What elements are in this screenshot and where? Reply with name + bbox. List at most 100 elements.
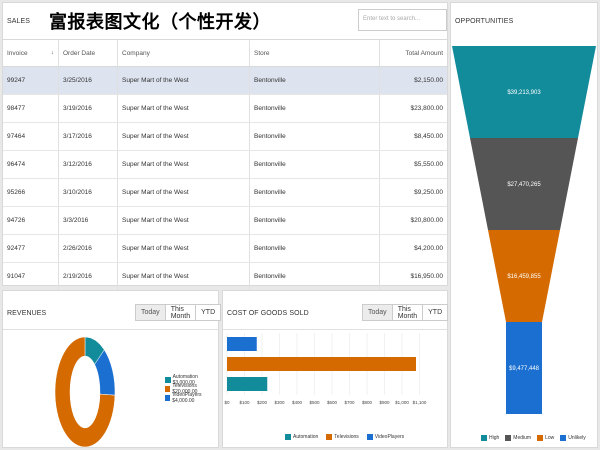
cell-company: Super Mart of the West [118, 151, 250, 178]
cell-company: Super Mart of the West [118, 207, 250, 234]
revenues-panel: REVENUES Today This Month YTD Automation… [2, 290, 222, 448]
cell-total-amount: $5,550.00 [414, 161, 443, 168]
funnel-label: $27,470,265 [507, 182, 541, 188]
table-row[interactable]: 95266 3/10/2016 Super Mart of the West Bent… [3, 179, 447, 207]
tick-label: $1,100 [413, 400, 427, 405]
cell-invoice: 95266 [3, 179, 59, 206]
column-header-company[interactable]: Company [118, 40, 250, 66]
tick-label: $900 [379, 400, 390, 405]
cogs-panel: COST OF GOODS SOLD Today This Month YTD … [222, 290, 449, 448]
opportunities-panel: OPPORTUNITIES $39,213,903 $27,470,265 $16,… [450, 2, 598, 448]
legend-item-televisions: Televisions [326, 434, 359, 440]
cell-total-amount: $9,250.00 [414, 189, 443, 196]
funnel-label: $16,459,855 [507, 274, 541, 280]
cell-total-amount: $23,800.00 [410, 105, 443, 112]
legend-item-videoplayers: VideoPlayers $4,000.00 [165, 392, 218, 404]
column-header-store[interactable]: Store [250, 40, 380, 66]
cell-store: Bentonville [250, 235, 380, 262]
funnel-label: $39,213,903 [507, 90, 541, 96]
legend-item-low: Low [537, 435, 554, 441]
tick-label: $700 [344, 400, 355, 405]
tick-label: $600 [327, 400, 338, 405]
cell-total-amount: $2,150.00 [414, 77, 443, 84]
cell-total-amount: $16,950.00 [410, 273, 443, 280]
cell-store: Bentonville [250, 207, 380, 234]
tick-label: $500 [309, 400, 320, 405]
cogs-title: COST OF GOODS SOLD [227, 310, 309, 317]
sales-table: Invoice ↓ Order Date Company Store Total… [3, 39, 447, 291]
legend-item-medium: Medium [505, 435, 531, 441]
bar-legend: Automation Televisions VideoPlayers [285, 434, 404, 440]
overlay-title: 富报表图文化（个性开发） [49, 12, 271, 33]
tab-today[interactable]: Today [136, 305, 166, 320]
cell-invoice: 92477 [3, 235, 59, 262]
cell-store: Bentonville [250, 263, 380, 290]
column-header-order-date[interactable]: Order Date [59, 40, 118, 66]
divider [223, 329, 447, 330]
cell-total-amount: $8,450.00 [414, 133, 443, 140]
cell-invoice: 97464 [3, 123, 59, 150]
cell-invoice: 94726 [3, 207, 59, 234]
cell-invoice: 96474 [3, 151, 59, 178]
divider [3, 329, 218, 330]
table-body: 99247 3/25/2016 Super Mart of the West Bent… [3, 67, 447, 291]
column-header-invoice[interactable]: Invoice ↓ [3, 40, 59, 66]
revenues-tabs: Today This Month YTD [135, 304, 222, 321]
revenue-donut-chart [54, 337, 116, 448]
opportunities-title: OPPORTUNITIES [455, 18, 514, 25]
cell-order-date: 3/19/2016 [59, 95, 118, 122]
table-row[interactable]: 97464 3/17/2016 Super Mart of the West Bent… [3, 123, 447, 151]
cell-store: Bentonville [250, 151, 380, 178]
cell-order-date: 2/19/2016 [59, 263, 118, 290]
column-header-total-amount[interactable]: Total Amount [380, 40, 447, 66]
table-row[interactable]: 94726 3/3/2016 Super Mart of the West Bento… [3, 207, 447, 235]
tick-label: $100 [239, 400, 250, 405]
tick-label: $800 [362, 400, 373, 405]
cell-order-date: 3/12/2016 [59, 151, 118, 178]
cell-store: Bentonville [250, 123, 380, 150]
cell-order-date: 3/17/2016 [59, 123, 118, 150]
tick-label: $200 [257, 400, 268, 405]
tab-this-month[interactable]: This Month [393, 305, 424, 320]
legend-item-unlikely: Unlikely [560, 435, 586, 441]
table-row[interactable]: 91047 2/19/2016 Super Mart of the West Bent… [3, 263, 447, 291]
tick-label: $300 [274, 400, 285, 405]
tick-label: $0 [224, 400, 230, 405]
cogs-bar-chart: $0 $100 $200 $300 $400 $500 $600 $700 $800 $900 $1… [224, 333, 427, 405]
donut-legend: Automation $3,000.00 Televisions $20,000… [165, 374, 218, 404]
cell-total-amount: $20,800.00 [410, 217, 443, 224]
cell-store: Bentonville [250, 95, 380, 122]
search-input[interactable]: Enter text to search... [358, 9, 447, 31]
table-row[interactable]: 92477 2/26/2016 Super Mart of the West Bent… [3, 235, 447, 263]
cell-store: Bentonville [250, 179, 380, 206]
sort-arrow-icon[interactable]: ↓ [51, 50, 54, 56]
bar-automation[interactable] [227, 377, 268, 391]
cell-invoice: 98477 [3, 95, 59, 122]
legend-item-automation: Automation [285, 434, 318, 440]
column-label: Invoice [7, 49, 28, 57]
cell-total-amount: $4,200.00 [414, 245, 443, 252]
tab-today[interactable]: Today [363, 305, 393, 320]
tick-label: $400 [292, 400, 303, 405]
cell-invoice: 91047 [3, 263, 59, 290]
cell-company: Super Mart of the West [118, 263, 250, 290]
table-row[interactable]: 98477 3/19/2016 Super Mart of the West Bent… [3, 95, 447, 123]
funnel-chart: $39,213,903 $27,470,265 $16,459,855 $9,477,… [452, 46, 596, 414]
table-row[interactable]: 99247 3/25/2016 Super Mart of the West Bent… [3, 67, 447, 95]
cell-company: Super Mart of the West [118, 123, 250, 150]
cell-company: Super Mart of the West [118, 95, 250, 122]
cell-order-date: 3/3/2016 [59, 207, 118, 234]
cell-company: Super Mart of the West [118, 179, 250, 206]
tab-ytd[interactable]: YTD [196, 305, 220, 320]
cogs-tabs: Today This Month YTD [362, 304, 449, 321]
tab-ytd[interactable]: YTD [423, 305, 447, 320]
tab-this-month[interactable]: This Month [166, 305, 197, 320]
table-header: Invoice ↓ Order Date Company Store Total… [3, 39, 447, 67]
revenues-title: REVENUES [7, 310, 47, 317]
tick-label: $1,000 [395, 400, 409, 405]
bar-videoplayers[interactable] [227, 337, 257, 351]
legend-item-videoplayers: VideoPlayers [366, 434, 404, 440]
table-row[interactable]: 96474 3/12/2016 Super Mart of the West Bent… [3, 151, 447, 179]
bar-televisions[interactable] [227, 357, 416, 371]
cell-company: Super Mart of the West [118, 235, 250, 262]
